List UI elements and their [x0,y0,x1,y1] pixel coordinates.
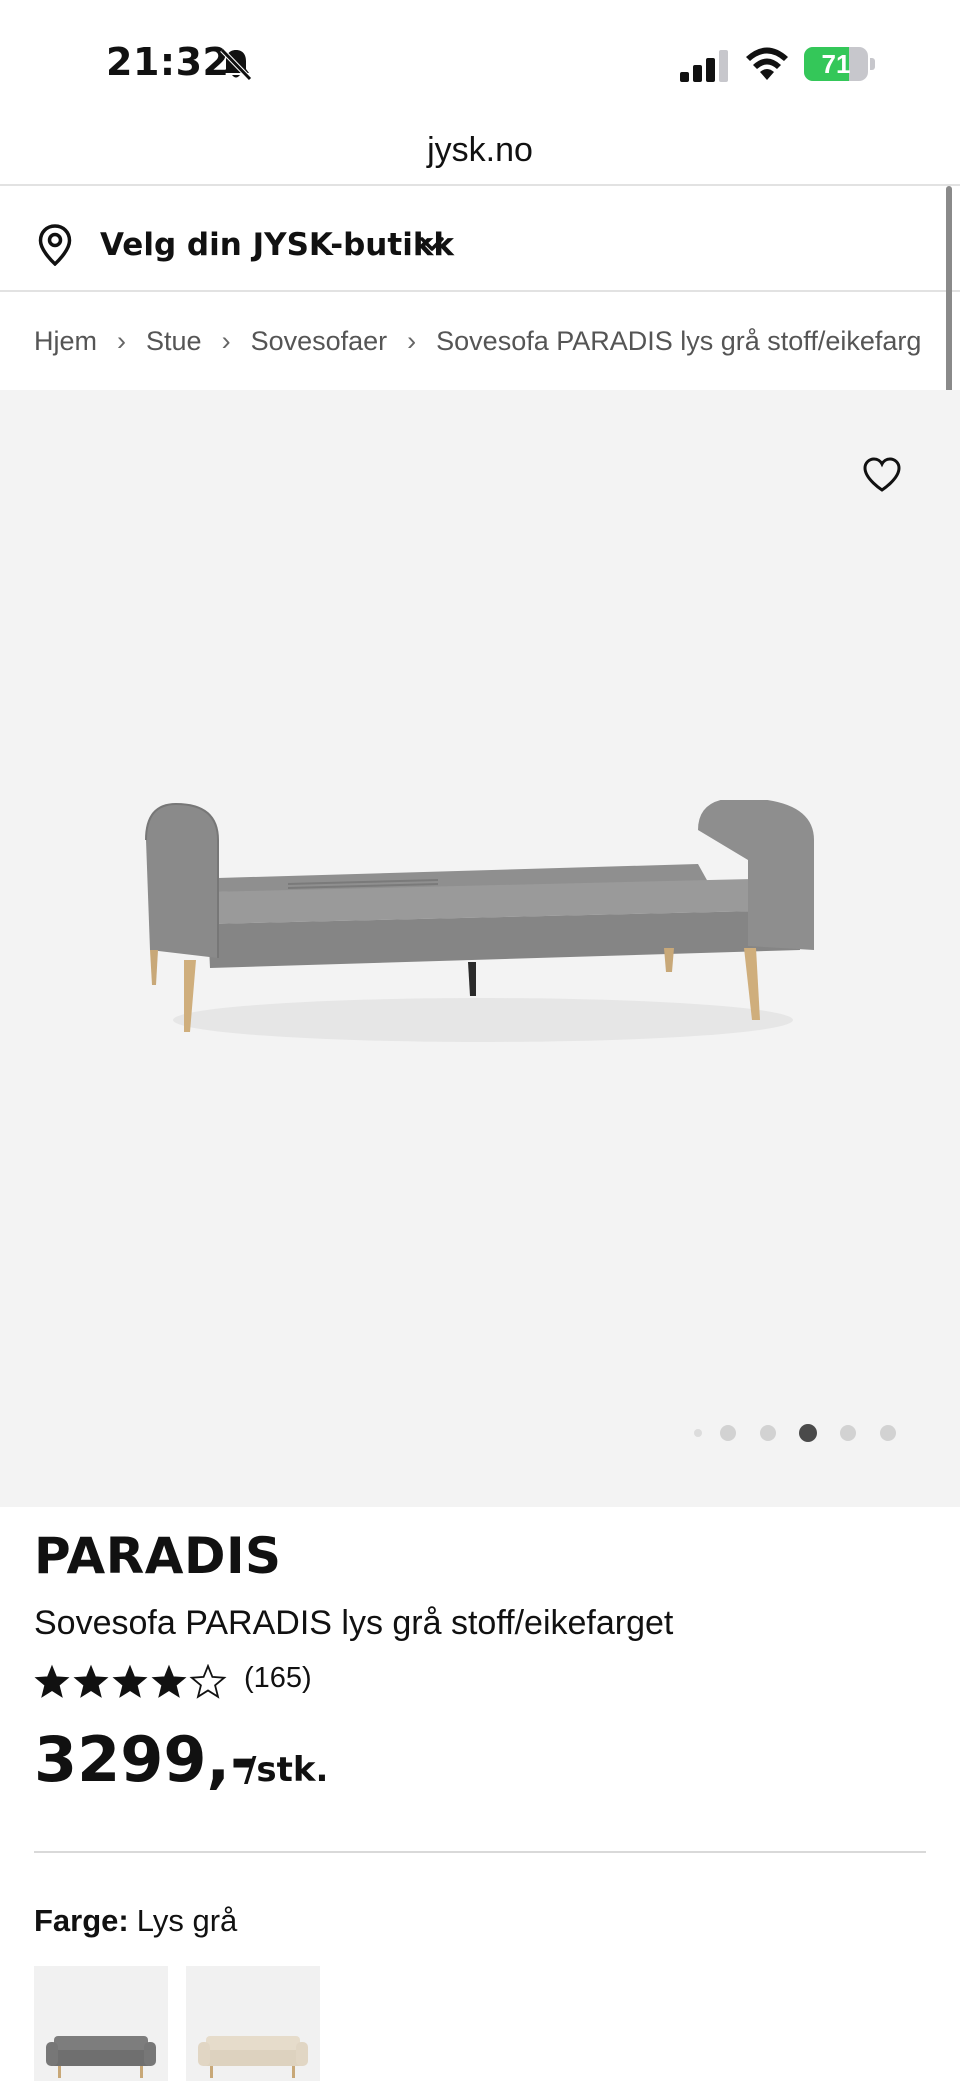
cellular-signal-icon [680,50,728,82]
review-count[interactable]: (165) [244,1658,312,1698]
battery-indicator: 71 [804,47,876,81]
rating-stars[interactable] [34,1664,234,1700]
color-label-title: Farge: [34,1903,129,1938]
color-swatch-light-grey[interactable] [34,1966,168,2081]
product-name: PARADIS [34,1527,282,1585]
browser-url[interactable]: jysk.no [0,120,960,184]
breadcrumb-sovesofaer[interactable]: Sovesofaer [251,326,388,356]
price: 3299,- [34,1723,256,1796]
star-filled-icon [34,1664,70,1698]
breadcrumb: Hjem › Stue › Sovesofaer › Sovesofa PARADIS ly… [34,318,934,364]
star-empty-icon [189,1664,227,1699]
pagination-dot-active[interactable] [799,1424,817,1442]
chevron-right-icon: › [407,326,417,356]
page-scrollbar[interactable] [946,186,952,398]
breadcrumb-current: Sovesofa PARADIS lys grå stoff/eikefarg [436,326,922,356]
store-selector-label: Velg din JYSK-butikk [100,227,455,263]
divider [34,1851,926,1853]
color-selected-value: Lys grå [136,1903,238,1938]
wifi-icon [746,47,788,80]
star-filled-icon [73,1664,109,1698]
color-label: Farge: Lys grå [34,1900,237,1942]
pagination-dot[interactable] [840,1425,856,1441]
sofa-thumbnail-beige [198,2036,308,2078]
bell-muted-icon [220,48,252,81]
product-image-sofa [145,800,814,1042]
pagination-dot[interactable] [760,1425,776,1441]
pagination-dot[interactable] [880,1425,896,1441]
pagination-dot[interactable] [720,1425,736,1441]
battery-percent: 71 [821,49,851,79]
price-unit: /stk. [244,1750,329,1790]
favorite-heart-icon[interactable] [862,456,902,494]
chevron-right-icon: › [117,326,127,356]
status-bar: 21:32 71 [0,0,960,120]
chevron-right-icon: › [221,326,231,356]
divider [0,290,960,292]
store-selector[interactable]: Velg din JYSK-butikk [0,186,960,290]
color-swatch-beige[interactable] [186,1966,320,2081]
status-time: 21:32 [106,40,230,84]
breadcrumb-stue[interactable]: Stue [146,326,202,356]
pagination-dot[interactable] [694,1429,702,1437]
breadcrumb-home[interactable]: Hjem [34,326,97,356]
product-description: Sovesofa PARADIS lys grå stoff/eikefarge… [34,1604,674,1642]
location-pin-icon [38,224,72,266]
chevron-down-icon [420,237,444,251]
sofa-thumbnail-grey [46,2036,156,2078]
star-filled-icon [112,1664,148,1698]
star-filled-icon [151,1664,187,1698]
